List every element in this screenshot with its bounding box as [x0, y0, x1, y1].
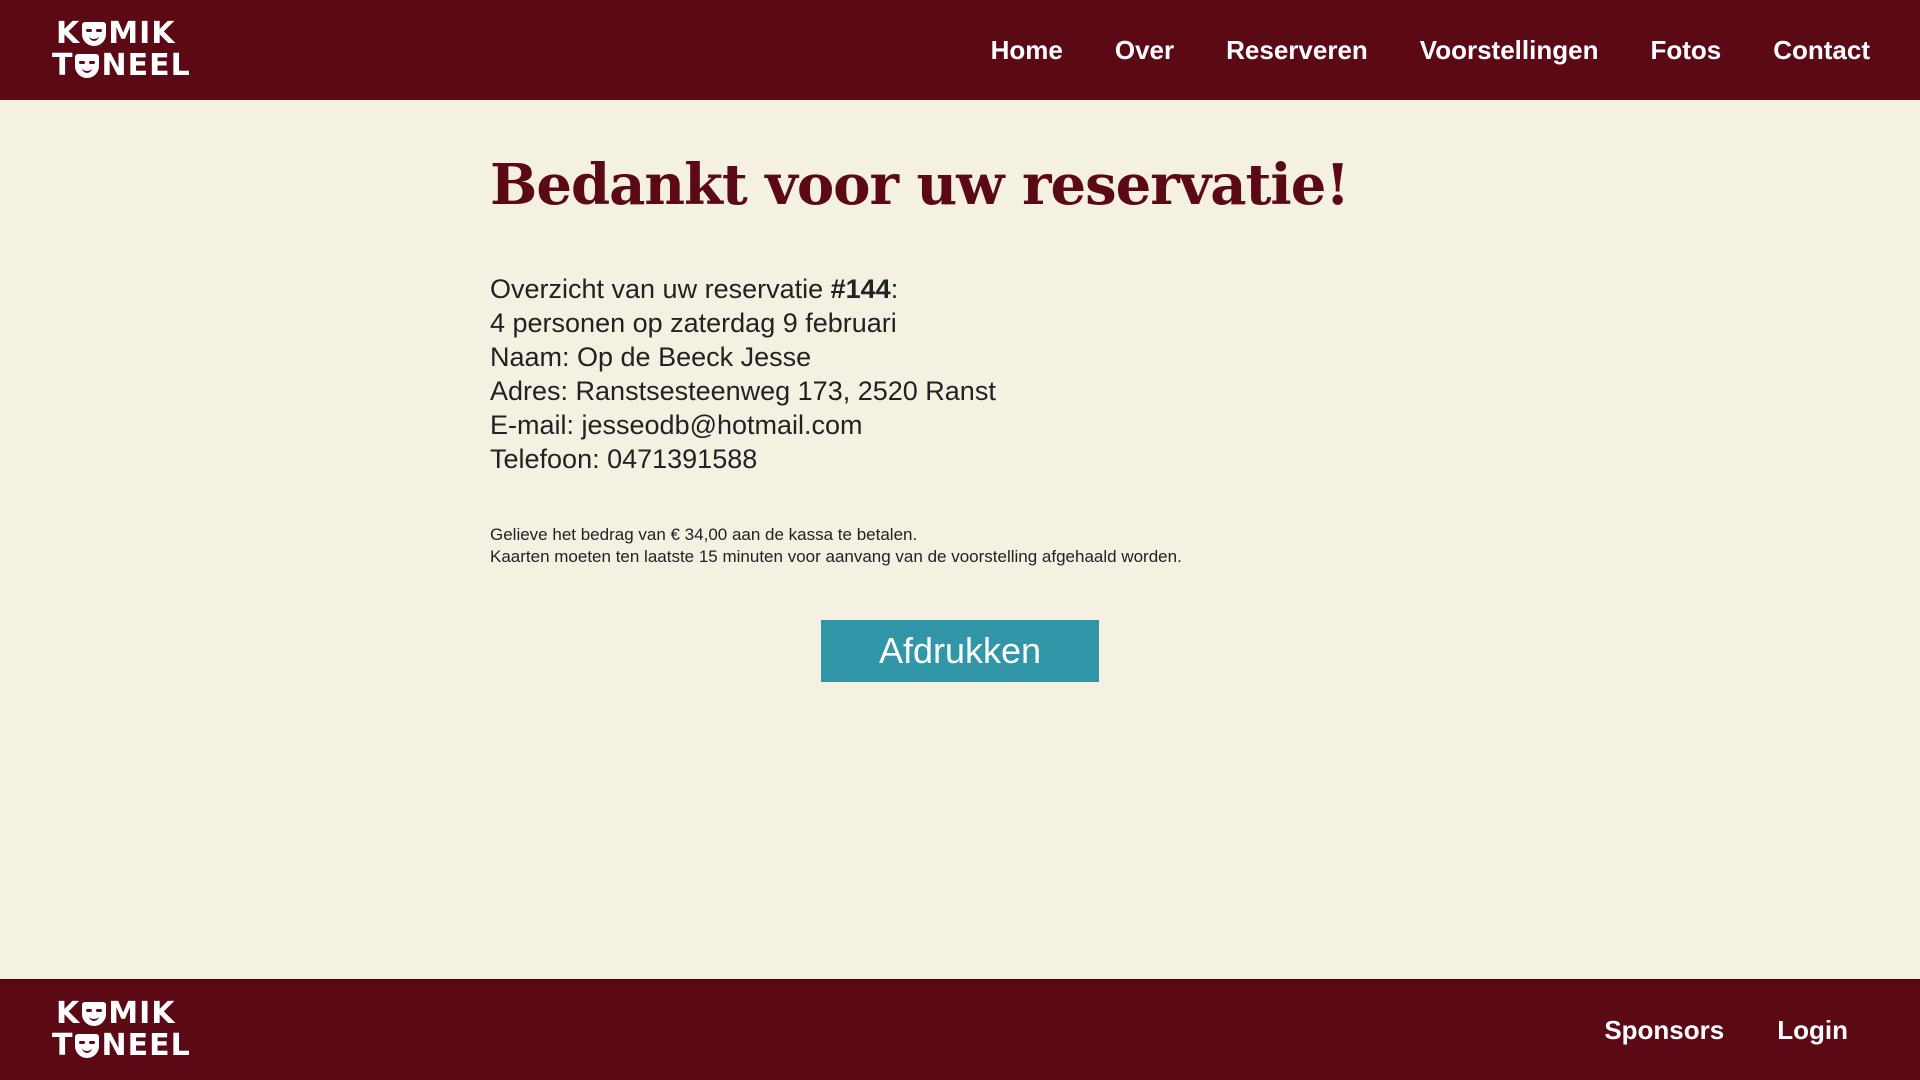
confirmation-content: Bedankt voor uw reservatie! Overzicht va… [490, 140, 1430, 568]
summary-intro: Overzicht van uw reservatie #144: [490, 272, 1430, 306]
logo-text: NEEL [101, 48, 191, 83]
logo-text: T [52, 1028, 74, 1063]
summary-address: Adres: Ranstsesteenweg 173, 2520 Ranst [490, 376, 996, 406]
nav-contact[interactable]: Contact [1773, 35, 1870, 66]
page-title: Bedankt voor uw reservatie! [490, 152, 1350, 218]
site-header: K MIK T NEEL Home Over Reserveren Voorst… [0, 0, 1920, 100]
theatre-mask-icon [75, 54, 100, 78]
nav-sponsors[interactable]: Sponsors [1604, 1015, 1724, 1046]
nav-over[interactable]: Over [1115, 35, 1174, 66]
nav-login[interactable]: Login [1777, 1015, 1848, 1046]
payment-notes: Gelieve het bedrag van € 34,00 aan de ka… [490, 524, 1430, 568]
summary-email: E-mail: jesseodb@hotmail.com [490, 410, 863, 440]
logo-text: T [52, 48, 74, 83]
print-button[interactable]: Afdrukken [821, 620, 1099, 682]
theatre-mask-icon [75, 1034, 100, 1058]
logo-line-2: T NEEL [52, 1030, 191, 1062]
nav-home[interactable]: Home [991, 35, 1063, 66]
logo-line-2: T NEEL [52, 50, 191, 82]
theatre-mask-icon [82, 1002, 107, 1026]
payment-note: Gelieve het bedrag van € 34,00 aan de ka… [490, 525, 918, 544]
logo-line-1: K MIK [52, 998, 191, 1030]
footer-nav: Sponsors Login [1551, 1015, 1848, 1046]
reservation-number: #144 [830, 274, 891, 304]
logo-text: NEEL [101, 1028, 191, 1063]
summary-name: Naam: Op de Beeck Jesse [490, 342, 812, 372]
summary-phone: Telefoon: 0471391588 [490, 444, 758, 474]
nav-voorstellingen[interactable]: Voorstellingen [1420, 35, 1599, 66]
logo-text: MIK [108, 996, 176, 1031]
site-logo[interactable]: K MIK T NEEL [52, 18, 191, 82]
summary-intro-text: Overzicht van uw reservatie [490, 274, 831, 304]
footer-logo[interactable]: K MIK T NEEL [52, 998, 191, 1062]
logo-text: K [56, 996, 81, 1031]
logo-text: MIK [108, 16, 176, 51]
logo-text: K [56, 16, 81, 51]
summary-intro-suffix: : [890, 274, 899, 304]
reservation-summary: Overzicht van uw reservatie #144: 4 pers… [490, 272, 1430, 476]
nav-fotos[interactable]: Fotos [1650, 35, 1721, 66]
main-nav: Home Over Reserveren Voorstellingen Foto… [939, 35, 1870, 66]
pickup-note: Kaarten moeten ten laatste 15 minuten vo… [490, 547, 1182, 566]
nav-reserveren[interactable]: Reserveren [1226, 35, 1368, 66]
logo-line-1: K MIK [52, 18, 191, 50]
summary-people: 4 personen op zaterdag 9 februari [490, 308, 897, 338]
theatre-mask-icon [82, 22, 107, 46]
site-footer: K MIK T NEEL Sponsors Login [0, 979, 1920, 1080]
